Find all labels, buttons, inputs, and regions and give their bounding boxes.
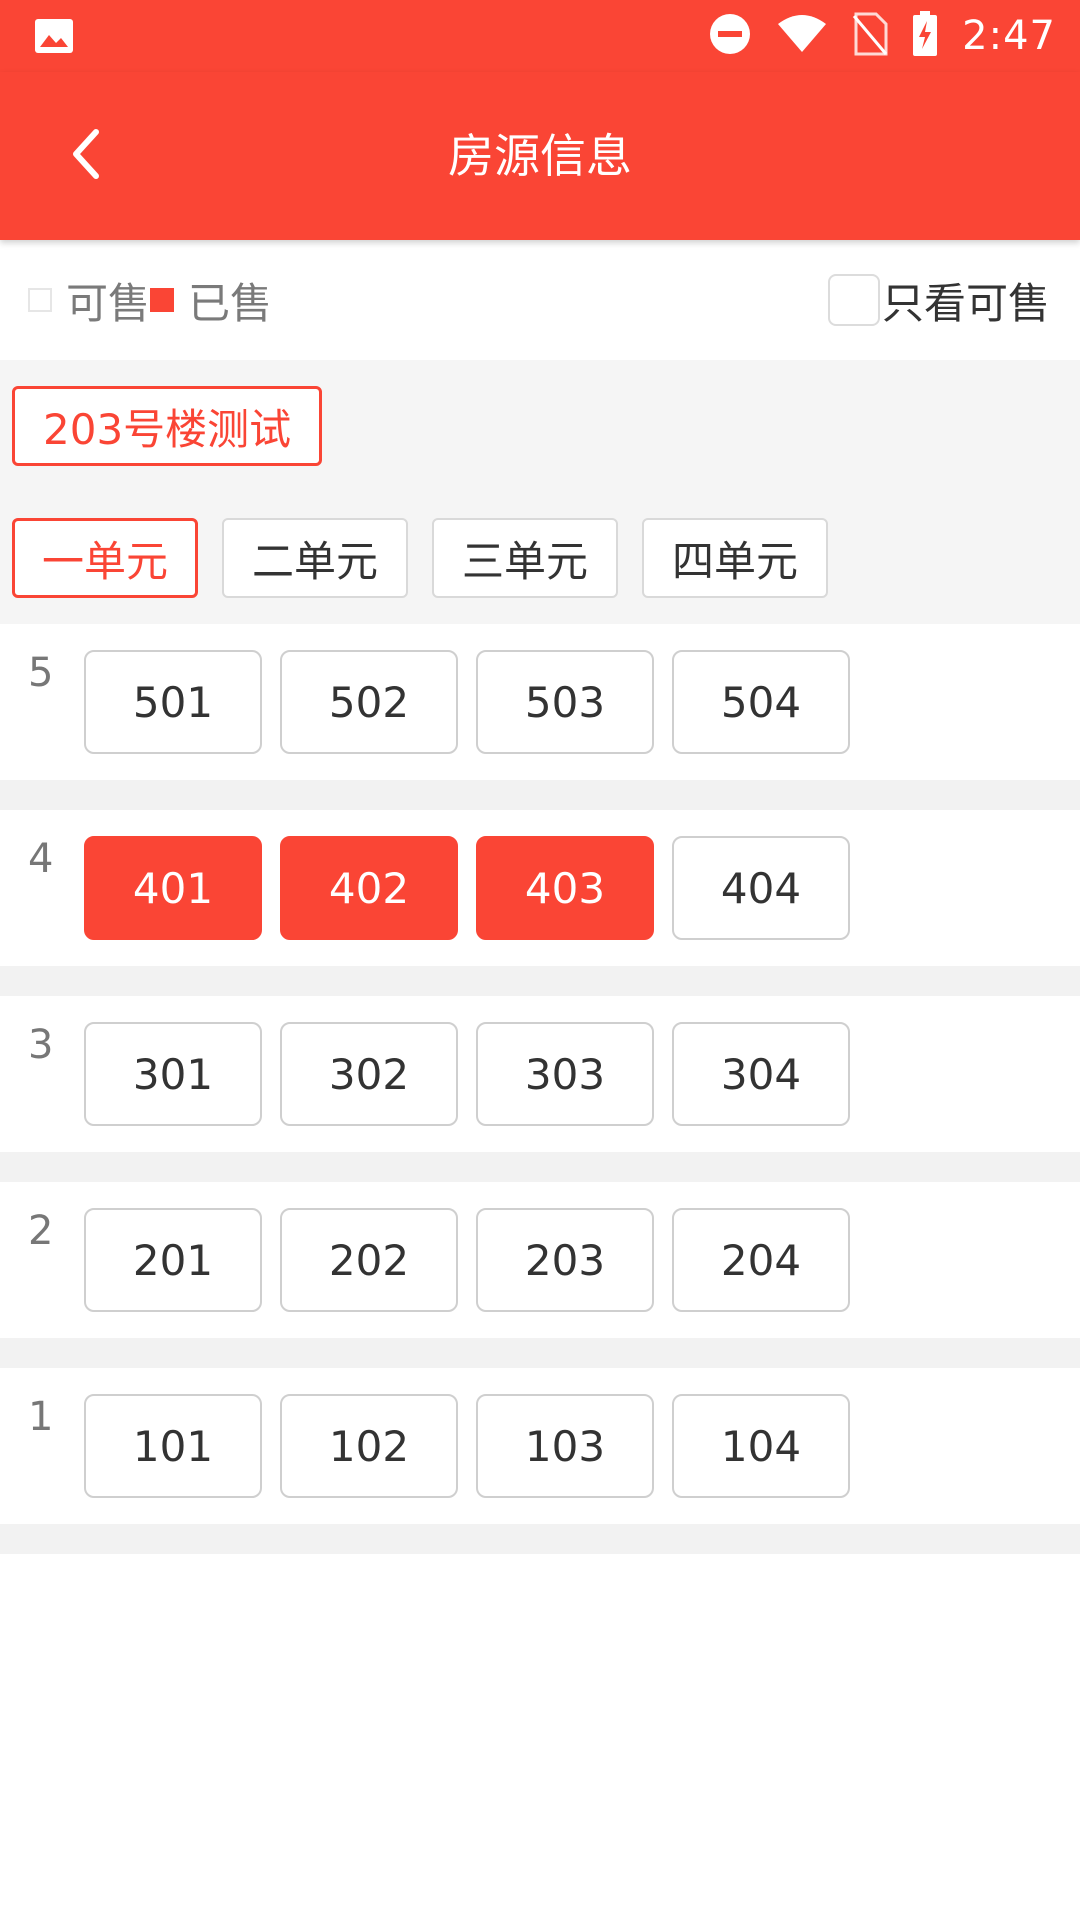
tab-unit-4[interactable]: 四单元 <box>642 518 828 598</box>
clock-time: 2:47 <box>962 13 1056 59</box>
floor-number: 3 <box>28 1022 54 1068</box>
only-available-checkbox[interactable] <box>827 274 880 326</box>
room-button[interactable]: 502 <box>280 650 458 754</box>
tab-unit-2[interactable]: 二单元 <box>222 518 408 598</box>
available-label: 可售 <box>66 278 151 328</box>
wifi-icon <box>776 14 828 58</box>
do-not-disturb-icon <box>708 12 752 60</box>
floor-row: 3 301 302 303 304 <box>0 996 1080 1152</box>
tab-unit-1[interactable]: 一单元 <box>12 518 198 598</box>
legend: 可售 已售 <box>28 240 272 360</box>
room-button[interactable]: 404 <box>672 836 850 940</box>
room-button-sold[interactable]: 402 <box>280 836 458 940</box>
floor-divider <box>0 1338 1080 1368</box>
battery-charging-icon <box>912 11 938 61</box>
room-button[interactable]: 301 <box>84 1022 262 1126</box>
room-button[interactable]: 202 <box>280 1208 458 1312</box>
floor-row: 2 201 202 203 204 <box>0 1182 1080 1338</box>
floor-number: 1 <box>28 1394 54 1440</box>
room-button[interactable]: 103 <box>476 1394 654 1498</box>
room-button-sold[interactable]: 401 <box>84 836 262 940</box>
legend-bar: 可售 已售 只看可售 <box>0 240 1080 360</box>
tab-unit-3[interactable]: 三单元 <box>432 518 618 598</box>
unit-tabs: 一单元 二单元 三单元 四单元 <box>0 492 1080 624</box>
sold-swatch <box>150 288 175 312</box>
building-tag[interactable]: 203号楼测试 <box>12 386 323 466</box>
room-button[interactable]: 104 <box>672 1394 850 1498</box>
available-swatch <box>28 288 52 312</box>
floor-number: 5 <box>28 650 54 696</box>
floor-number: 2 <box>28 1208 54 1254</box>
room-button[interactable]: 503 <box>476 650 654 754</box>
room-button[interactable]: 201 <box>84 1208 262 1312</box>
room-button[interactable]: 102 <box>280 1394 458 1498</box>
no-sim-icon <box>852 12 888 60</box>
room-button[interactable]: 101 <box>84 1394 262 1498</box>
floor-row: 5 501 502 503 504 <box>0 624 1080 780</box>
floor-divider <box>0 780 1080 810</box>
floor-divider <box>0 1524 1080 1554</box>
floor-row: 1 101 102 103 104 <box>0 1368 1080 1524</box>
only-available-label: 只看可售 <box>881 278 1050 328</box>
app-toolbar: 房源信息 <box>0 72 1080 240</box>
floor-divider <box>0 1152 1080 1182</box>
floor-divider <box>0 966 1080 996</box>
room-button[interactable]: 302 <box>280 1022 458 1126</box>
room-button[interactable]: 501 <box>84 650 262 754</box>
room-button[interactable]: 203 <box>476 1208 654 1312</box>
image-icon <box>34 18 74 54</box>
sold-label: 已售 <box>188 278 273 328</box>
room-button[interactable]: 304 <box>672 1022 850 1126</box>
building-selector: 203号楼测试 <box>0 360 1080 492</box>
floor-row: 4 401 402 403 404 <box>0 810 1080 966</box>
floor-number: 4 <box>28 836 54 882</box>
room-button[interactable]: 303 <box>476 1022 654 1126</box>
page-title: 房源信息 <box>448 129 632 183</box>
status-icons: 2:47 <box>708 0 1056 72</box>
room-button[interactable]: 504 <box>672 650 850 754</box>
room-button[interactable]: 204 <box>672 1208 850 1312</box>
only-available-toggle[interactable]: 只看可售 <box>827 240 1050 360</box>
status-bar: 2:47 <box>0 0 1080 72</box>
room-button-sold[interactable]: 403 <box>476 836 654 940</box>
